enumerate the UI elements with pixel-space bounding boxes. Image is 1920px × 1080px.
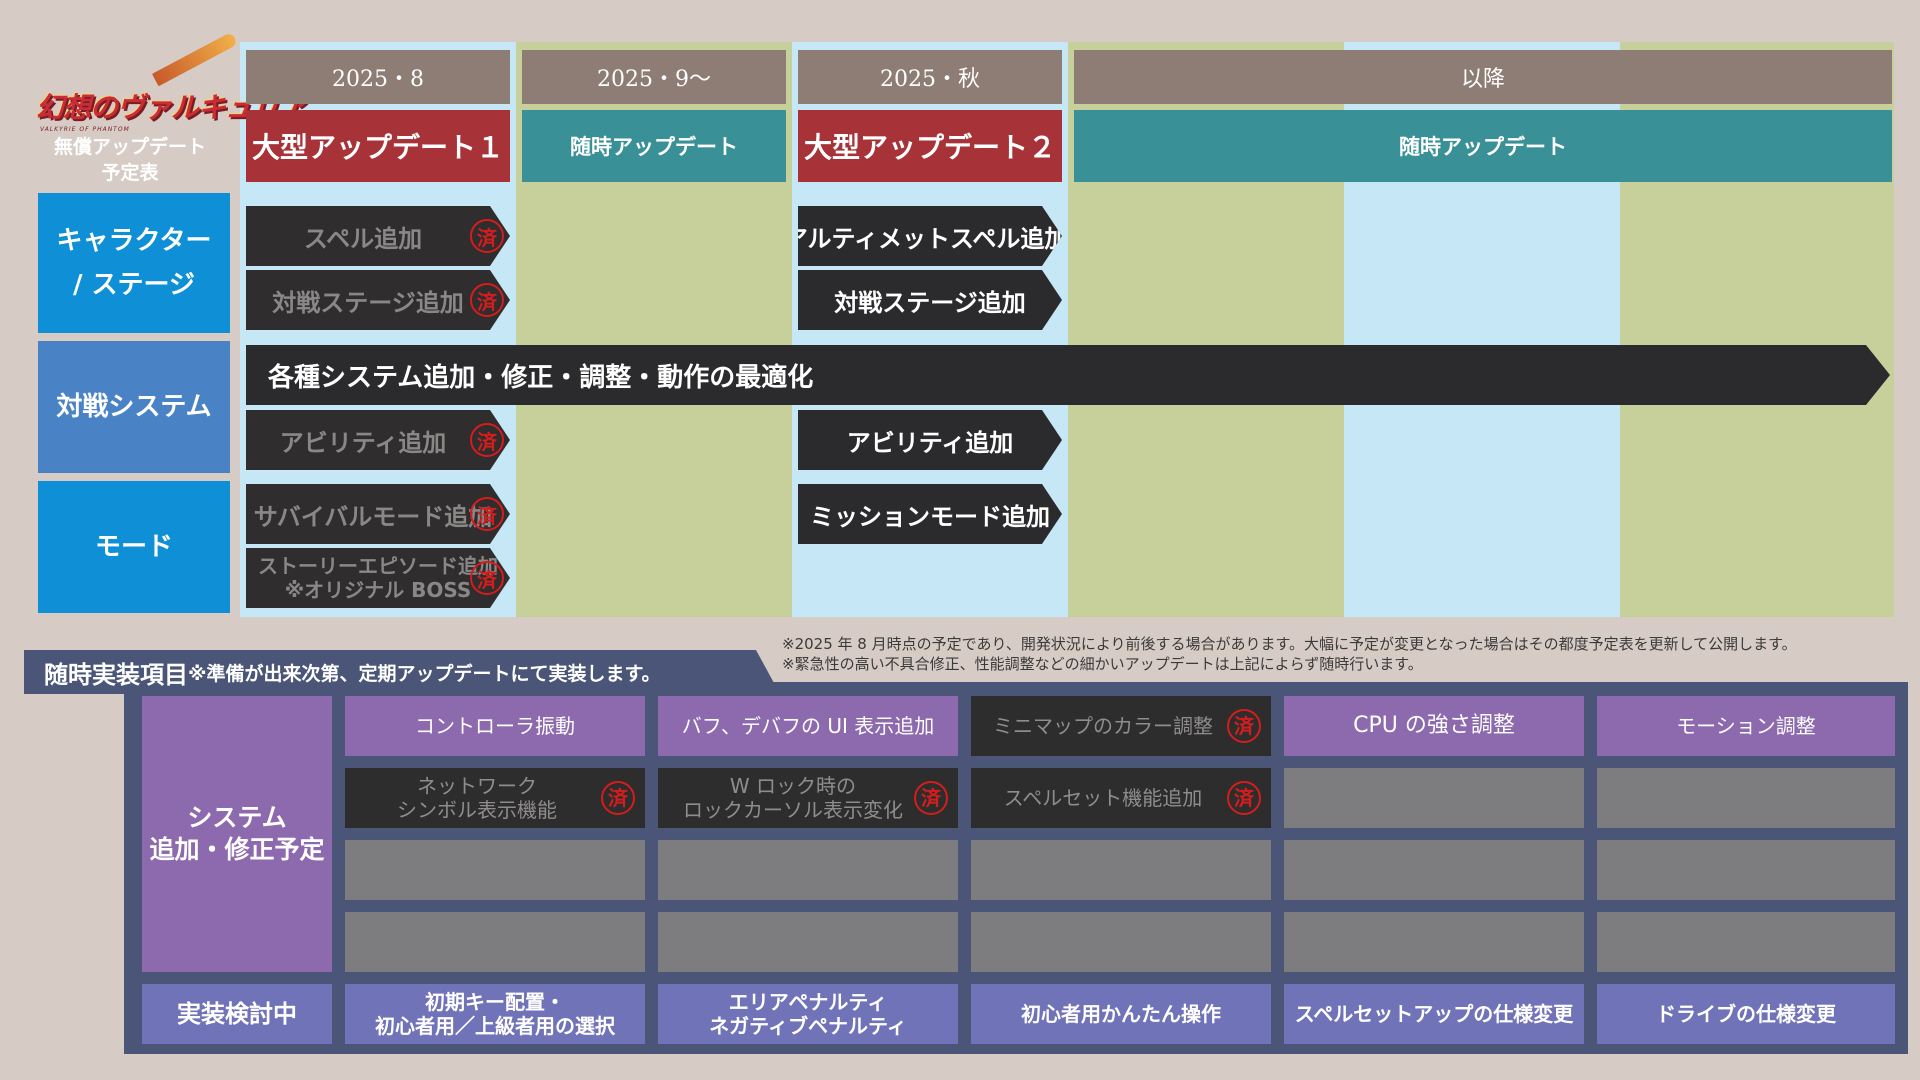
row-label-line1: キャラクター [56, 226, 212, 256]
grid-cell-minimap-color: ミニマップのカラー調整 済 [971, 696, 1271, 756]
item-label-line2: ※オリジナル BOSS [284, 578, 472, 602]
schedule-caption: 無償アップデート 予定表 [40, 134, 220, 186]
caption-line2: 予定表 [101, 162, 159, 184]
cell-label-line1: W ロック時の [729, 774, 857, 798]
item-label: スペル追加 [303, 224, 423, 253]
system-label-line2: 追加・修正予定 [149, 835, 325, 864]
item-label-line1: ストーリーエピソード追加 [258, 554, 498, 578]
period-header-autumn: 2025・秋 [798, 50, 1062, 104]
considering-area-penalty: エリアペナルティ ネガティブペナルティ [658, 984, 958, 1044]
grid-cell-empty [658, 840, 958, 900]
grid-cell-controller-vibration: コントローラ振動 [345, 696, 645, 756]
row-label-character-stage: キャラクター / ステージ [38, 193, 230, 333]
cell-label-line1: 初期キー配置・ [425, 990, 565, 1014]
grid-cell-empty [1284, 912, 1584, 972]
system-label-line1: システム [187, 803, 287, 832]
cell-label-line1: ネットワーク [417, 774, 537, 798]
cell-label-line2: シンボル表示機能 [397, 798, 557, 822]
note-line2: ※緊急性の高い不具合修正、性能調整などの細かいアップデートは上記によらず随時行い… [782, 655, 1423, 673]
section-title: 随時実装項目 [44, 660, 188, 689]
done-stamp-icon: 済 [1227, 709, 1261, 743]
cell-label-line1: エリアペナルティ [728, 990, 888, 1014]
update-type-ongoing-1: 随時アップデート [522, 110, 786, 182]
done-stamp-icon: 済 [470, 283, 504, 317]
item-mission-mode: ミッションモード追加 [798, 484, 1062, 544]
done-stamp-icon: 済 [470, 497, 504, 531]
grid-cell-network-symbol: ネットワーク シンボル表示機能 済 [345, 768, 645, 828]
period-header-aug: 2025・8 [246, 50, 510, 104]
item-label: 対戦ステージ追加 [272, 288, 464, 317]
done-stamp-icon: 済 [470, 219, 504, 253]
period-header-later: 以降 [1074, 50, 1892, 104]
item-label: アルティメットスペル追加 [798, 224, 1062, 253]
grid-cell-empty [1284, 768, 1584, 828]
grid-cell-empty [1597, 768, 1895, 828]
cell-label-line2: ネガティブペナルティ [709, 1014, 907, 1038]
cell-label: スペルセット機能追加 [1003, 786, 1203, 810]
system-fix-label: システム 追加・修正予定 [142, 696, 332, 972]
row-label-battle-system: 対戦システム [38, 341, 230, 473]
item-stage-add: 対戦ステージ追加 [798, 270, 1062, 330]
item-label: アビリティ追加 [279, 428, 447, 457]
grid-cell-cpu-strength: CPU の強さ調整 [1284, 696, 1584, 756]
caption-line1: 無償アップデート [53, 136, 206, 158]
considering-easy-control: 初心者用かんたん操作 [971, 984, 1271, 1044]
item-label: ミッションモード追加 [810, 502, 1050, 531]
grid-cell-empty [1597, 912, 1895, 972]
section-subtitle: ※準備が出来次第、定期アップデートにて実装します。 [188, 662, 661, 685]
done-stamp-icon: 済 [470, 423, 504, 457]
grid-cell-empty [1597, 840, 1895, 900]
grid-cell-spellset-function: スペルセット機能追加 済 [971, 768, 1271, 828]
item-ultimate-spell: アルティメットスペル追加 [798, 206, 1062, 266]
cell-label-line2: 初心者用／上級者用の選択 [375, 1014, 615, 1038]
done-stamp-icon: 済 [470, 561, 504, 595]
grid-cell-buff-debuff-ui: バフ、デバフの UI 表示追加 [658, 696, 958, 756]
cell-label-line2: ロックカーソル表示変化 [683, 798, 903, 822]
done-stamp-icon: 済 [1227, 781, 1261, 815]
considering-drive-spec: ドライブの仕様変更 [1597, 984, 1895, 1044]
item-ability: アビリティ追加 [798, 410, 1062, 470]
row-label-mode: モード [38, 481, 230, 613]
grid-cell-empty [971, 840, 1271, 900]
considering-key-config: 初期キー配置・ 初心者用／上級者用の選択 [345, 984, 645, 1044]
update-type-major-2: 大型アップデート２ [798, 110, 1062, 182]
grid-cell-lock-cursor: W ロック時の ロックカーソル表示変化 済 [658, 768, 958, 828]
item-label: アビリティ追加 [846, 428, 1014, 457]
logo-blade [151, 31, 239, 87]
update-type-major-1: 大型アップデート１ [246, 110, 510, 182]
update-type-ongoing-2: 随時アップデート [1074, 110, 1892, 182]
considering-spellset-spec: スペルセットアップの仕様変更 [1284, 984, 1584, 1044]
row-label-line2: / ステージ [72, 270, 196, 300]
grid-cell-empty [1284, 840, 1584, 900]
section-tab: 随時実装項目 ※準備が出来次第、定期アップデートにて実装します。 [24, 650, 780, 694]
cell-label: ミニマップのカラー調整 [993, 714, 1213, 738]
grid-cell-empty [345, 912, 645, 972]
grid-cell-empty [658, 912, 958, 972]
grid-cell-motion-adjust: モーション調整 [1597, 696, 1895, 756]
schedule-notes: ※2025 年 8 月時点の予定であり、開発状況により前後する場合があります。大… [782, 634, 1892, 674]
item-label: 対戦ステージ追加 [834, 288, 1026, 317]
note-line1: ※2025 年 8 月時点の予定であり、開発状況により前後する場合があります。大… [782, 635, 1797, 653]
item-system-optimization: 各種システム追加・修正・調整・動作の最適化 [246, 345, 1890, 405]
considering-label: 実装検討中 [142, 984, 332, 1044]
item-label: サバイバルモード追加 [253, 502, 493, 531]
grid-cell-empty [345, 840, 645, 900]
period-header-sep: 2025・9～ [522, 50, 786, 104]
done-stamp-icon: 済 [601, 781, 635, 815]
grid-cell-empty [971, 912, 1271, 972]
done-stamp-icon: 済 [914, 781, 948, 815]
game-logo: 幻想のヴァルキュリア [36, 91, 307, 124]
